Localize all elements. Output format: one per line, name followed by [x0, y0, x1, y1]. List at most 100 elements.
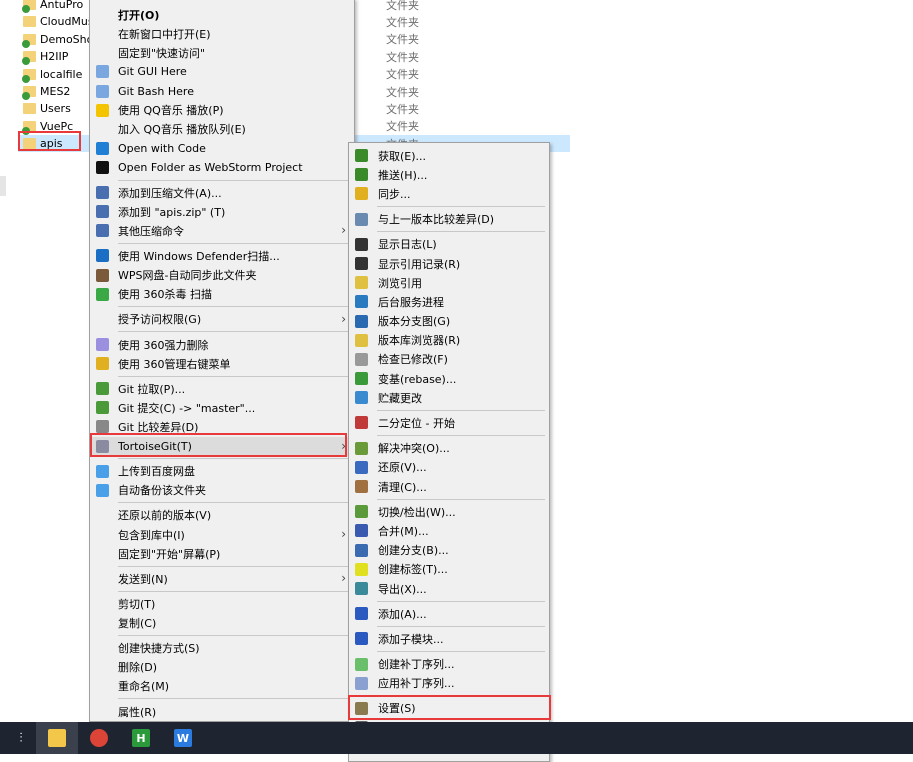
menu-item[interactable]: 使用 QQ音乐 播放(P)	[90, 101, 354, 120]
file-name: MES2	[40, 85, 71, 98]
menu-item[interactable]: 解决冲突(O)...	[349, 439, 549, 458]
menu-item[interactable]: 上传到百度网盘	[90, 462, 354, 481]
menu-item-label: 导出(X)...	[378, 582, 427, 596]
taskbar: ⫶ H W	[0, 722, 913, 754]
chevron-right-icon: ›	[341, 527, 346, 542]
menu-item-label: 显示引用记录(R)	[378, 257, 461, 271]
menu-item[interactable]: 创建快捷方式(S)	[90, 639, 354, 658]
menu-item[interactable]: Git 拉取(P)...	[90, 379, 354, 398]
taskbar-file-explorer[interactable]	[36, 722, 78, 754]
menu-item[interactable]: 创建分支(B)...	[349, 541, 549, 560]
menu-item[interactable]: 其他压缩命令 ›	[90, 221, 354, 240]
menu-item[interactable]: 合并(M)...	[349, 521, 549, 540]
file-type: 文件夹	[386, 68, 419, 82]
folder-icon	[48, 729, 66, 747]
menu-item[interactable]: 还原以前的版本(V)	[90, 506, 354, 525]
menu-item[interactable]: 添加到 "apis.zip" (T)	[90, 202, 354, 221]
menu-item[interactable]: Git Bash Here	[90, 82, 354, 101]
git-commit-icon	[96, 401, 109, 415]
menu-item-label: 使用 360杀毒 扫描	[118, 288, 212, 302]
menu-item-label: 切换/检出(W)...	[378, 505, 456, 519]
check-modified-icon	[355, 352, 368, 366]
menu-item[interactable]: 显示日志(L)	[349, 235, 549, 254]
menu-item[interactable]: 检查已修改(F)	[349, 350, 549, 369]
revert-icon	[355, 460, 368, 474]
menu-item[interactable]: 后台服务进程	[349, 292, 549, 311]
menu-item[interactable]: 打开(O)	[90, 5, 354, 24]
menu-item[interactable]: 导出(X)...	[349, 579, 549, 598]
menu-item[interactable]: 使用 360强力删除	[90, 335, 354, 354]
menu-item[interactable]: 版本库浏览器(R)	[349, 331, 549, 350]
menu-item-label: 授予访问权限(G)	[118, 313, 202, 327]
menu-item[interactable]: 获取(E)...	[349, 146, 549, 165]
menu-item[interactable]: 删除(D)	[90, 658, 354, 677]
tag-icon	[355, 562, 368, 576]
apply-patch-icon	[355, 676, 368, 690]
menu-item[interactable]: 使用 Windows Defender扫描...	[90, 246, 354, 265]
menu-item-label: 解决冲突(O)...	[378, 442, 450, 456]
menu-item-label: Git Bash Here	[118, 84, 194, 98]
taskbar-wps[interactable]: W	[162, 722, 204, 754]
menu-item[interactable]: Open with Code	[90, 139, 354, 158]
menu-item[interactable]: 在新窗口中打开(E)	[90, 24, 354, 43]
tortoisegit-submenu: 获取(E)... 推送(H)... 同步... 与上一版本比较差异(D) 显示日志(L)…	[348, 142, 550, 762]
menu-item-label: 自动备份该文件夹	[118, 484, 206, 498]
menu-item[interactable]: 发送到(N) ›	[90, 569, 354, 588]
menu-item[interactable]: 使用 360杀毒 扫描	[90, 285, 354, 304]
menu-item[interactable]: 复制(C)	[90, 613, 354, 632]
baidu-icon	[96, 483, 109, 497]
menu-item-label: 创建分支(B)...	[378, 544, 449, 558]
menu-item-label: 使用 360强力删除	[118, 338, 209, 352]
menu-item[interactable]: 添加(A)...	[349, 604, 549, 623]
menu-item[interactable]: 创建补丁序列...	[349, 655, 549, 674]
menu-item-label: 上传到百度网盘	[118, 465, 195, 479]
menu-item-label: Git 拉取(P)...	[118, 382, 186, 396]
menu-item[interactable]: 清理(C)...	[349, 477, 549, 496]
daemon-icon	[355, 295, 368, 309]
menu-item[interactable]: 显示引用记录(R)	[349, 254, 549, 273]
menu-item-label: 固定到"开始"屏幕(P)	[118, 547, 221, 561]
menu-item-label: 推送(H)...	[378, 168, 428, 182]
file-type: 文件夹	[386, 102, 419, 116]
menu-item[interactable]: 添加到压缩文件(A)...	[90, 183, 354, 202]
menu-item-label: 显示日志(L)	[378, 238, 437, 252]
menu-item[interactable]: 切换/检出(W)...	[349, 502, 549, 521]
menu-item[interactable]: 应用补丁序列...	[349, 674, 549, 693]
menu-item[interactable]: 固定到"快速访问"	[90, 43, 354, 62]
menu-item-label: 检查已修改(F)	[378, 353, 448, 367]
winrar-icon	[96, 205, 109, 219]
360-delete-icon	[96, 337, 109, 351]
menu-item[interactable]: 固定到"开始"屏幕(P)	[90, 544, 354, 563]
menu-item[interactable]: 变基(rebase)...	[349, 369, 549, 388]
menu-item[interactable]: 二分定位 - 开始	[349, 413, 549, 432]
menu-item[interactable]: 与上一版本比较差异(D)	[349, 210, 549, 229]
menu-item[interactable]: 贮藏更改	[349, 388, 549, 407]
menu-item[interactable]: 加入 QQ音乐 播放队列(E)	[90, 120, 354, 139]
menu-item[interactable]: 授予访问权限(G) ›	[90, 310, 354, 329]
menu-item[interactable]: Git GUI Here	[90, 62, 354, 81]
menu-item[interactable]: 剪切(T)	[90, 594, 354, 613]
menu-item-label: 固定到"快速访问"	[118, 46, 206, 60]
menu-item[interactable]: 还原(V)...	[349, 458, 549, 477]
menu-item[interactable]: 包含到库中(I) ›	[90, 525, 354, 544]
menu-item[interactable]: 版本分支图(G)	[349, 312, 549, 331]
menu-item[interactable]: 创建标签(T)...	[349, 560, 549, 579]
menu-item[interactable]: 浏览引用	[349, 273, 549, 292]
reflog-icon	[355, 256, 368, 270]
menu-item[interactable]: 自动备份该文件夹	[90, 481, 354, 500]
menu-item-label: Open Folder as WebStorm Project	[118, 161, 303, 175]
menu-item[interactable]: 使用 360管理右键菜单	[90, 354, 354, 373]
menu-item[interactable]: Git 提交(C) -> "master"...	[90, 398, 354, 417]
menu-item[interactable]: WPS网盘-自动同步此文件夹	[90, 266, 354, 285]
nav-selected-item[interactable]	[0, 176, 6, 196]
menu-item-label: 浏览引用	[378, 276, 422, 290]
menu-item-label: 变基(rebase)...	[378, 372, 457, 386]
menu-item[interactable]: 属性(R)	[90, 702, 354, 721]
menu-item[interactable]: 推送(H)...	[349, 165, 549, 184]
taskbar-hbuilder[interactable]: H	[120, 722, 162, 754]
menu-item[interactable]: 同步...	[349, 184, 549, 203]
menu-item[interactable]: 添加子模块...	[349, 629, 549, 648]
taskbar-chrome[interactable]	[78, 722, 120, 754]
menu-item[interactable]: 重命名(M)	[90, 677, 354, 696]
menu-item[interactable]: Open Folder as WebStorm Project	[90, 158, 354, 177]
